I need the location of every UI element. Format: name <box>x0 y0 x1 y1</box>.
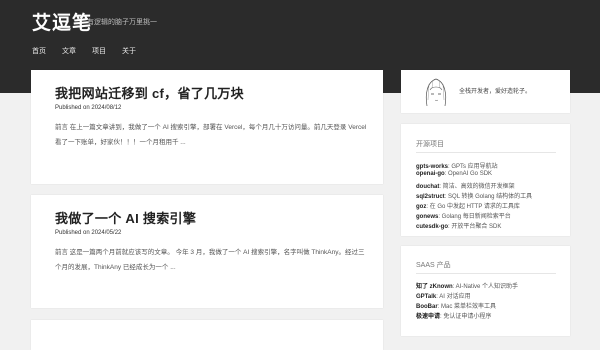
post-date: Published on 2024/08/12 <box>55 105 122 111</box>
product-link[interactable]: GPTalk <box>416 294 436 300</box>
list-item: sql2struct: SQL 转换 Golang 结构体的工具 <box>416 194 533 200</box>
post-date: Published on 2024/05/22 <box>55 230 122 236</box>
post-title[interactable]: 我把网站迁移到 cf，省了几万块 <box>55 83 244 102</box>
list-item: 知了 zKnown: AI-Native 个人知识助手 <box>416 284 519 290</box>
list-item: goz: 在 Go 中发起 HTTP 请求的工具库 <box>416 204 520 210</box>
product-link[interactable]: 知了 zKnown <box>416 284 453 290</box>
nav-projects[interactable]: 项目 <box>92 46 106 56</box>
avatar-sketch <box>425 78 447 107</box>
list-item: GPTalk: AI 对话应用 <box>416 294 471 300</box>
post-title[interactable]: 我做了一个 AI 搜索引擎 <box>55 208 196 227</box>
profile-text: 全栈开发者，爱好造轮子。 <box>459 89 532 95</box>
site-description: 有逻辑的脑子万里挑一 <box>87 19 157 26</box>
project-link[interactable]: douchat <box>416 184 439 190</box>
post-card: 我把网站迁移到 cf，省了几万块 Published on 2024/08/12… <box>31 70 383 184</box>
post-excerpt: 前言 这是一篇两个月前就应该写的文章。 今年 3 月，我做了一个 AI 搜索引擎… <box>55 249 365 271</box>
open-source-widget: 开源项目 gpts-works: GPTs 应用导航站 openai-go: O… <box>401 124 570 236</box>
list-item: openai-go: OpenAI Go SDK <box>416 171 493 177</box>
list-item: cutesdk-go: 开放平台聚合 SDK <box>416 224 502 230</box>
nav-articles[interactable]: 文章 <box>62 46 76 56</box>
post-card <box>31 320 383 350</box>
nav-home[interactable]: 首页 <box>32 46 46 56</box>
profile-widget: 全栈开发者，爱好造轮子。 <box>401 70 570 113</box>
project-link[interactable]: openai-go <box>416 171 445 177</box>
post-card: 我做了一个 AI 搜索引擎 Published on 2024/05/22 前言… <box>31 195 383 308</box>
site-title[interactable]: 艾逗笔 <box>32 8 92 35</box>
project-link[interactable]: gonews <box>416 214 438 220</box>
list-item: douchat: 简洁、高效的微信开发框架 <box>416 184 515 190</box>
project-link[interactable]: sql2struct <box>416 194 445 200</box>
project-link[interactable]: goz <box>416 204 426 210</box>
widget-divider <box>416 152 556 153</box>
post-excerpt: 前言 在上一篇文章讲到，我做了一个 AI 搜索引擎，部署在 Vercel，每个月… <box>55 124 367 146</box>
widget-title: SAAS 产品 <box>416 262 451 269</box>
widget-title: 开源项目 <box>416 141 444 148</box>
saas-widget: SAAS 产品 知了 zKnown: AI-Native 个人知识助手 GPTa… <box>401 246 570 336</box>
project-link[interactable]: cutesdk-go <box>416 224 448 230</box>
list-item: 极速申请: 免认证申请小程序 <box>416 314 492 320</box>
list-item: gpts-works: GPTs 应用导航站 <box>416 164 498 170</box>
main-nav: 首页 文章 项目 关于 <box>32 46 136 56</box>
nav-about[interactable]: 关于 <box>122 46 136 56</box>
widget-divider <box>416 273 556 274</box>
product-link[interactable]: 极速申请 <box>416 314 440 320</box>
product-link[interactable]: BooBar <box>416 304 438 310</box>
project-link[interactable]: gpts-works <box>416 164 448 170</box>
list-item: gonews: Golang 每日新闻检索平台 <box>416 214 511 220</box>
list-item: BooBar: Mac 菜单栏效率工具 <box>416 304 497 310</box>
